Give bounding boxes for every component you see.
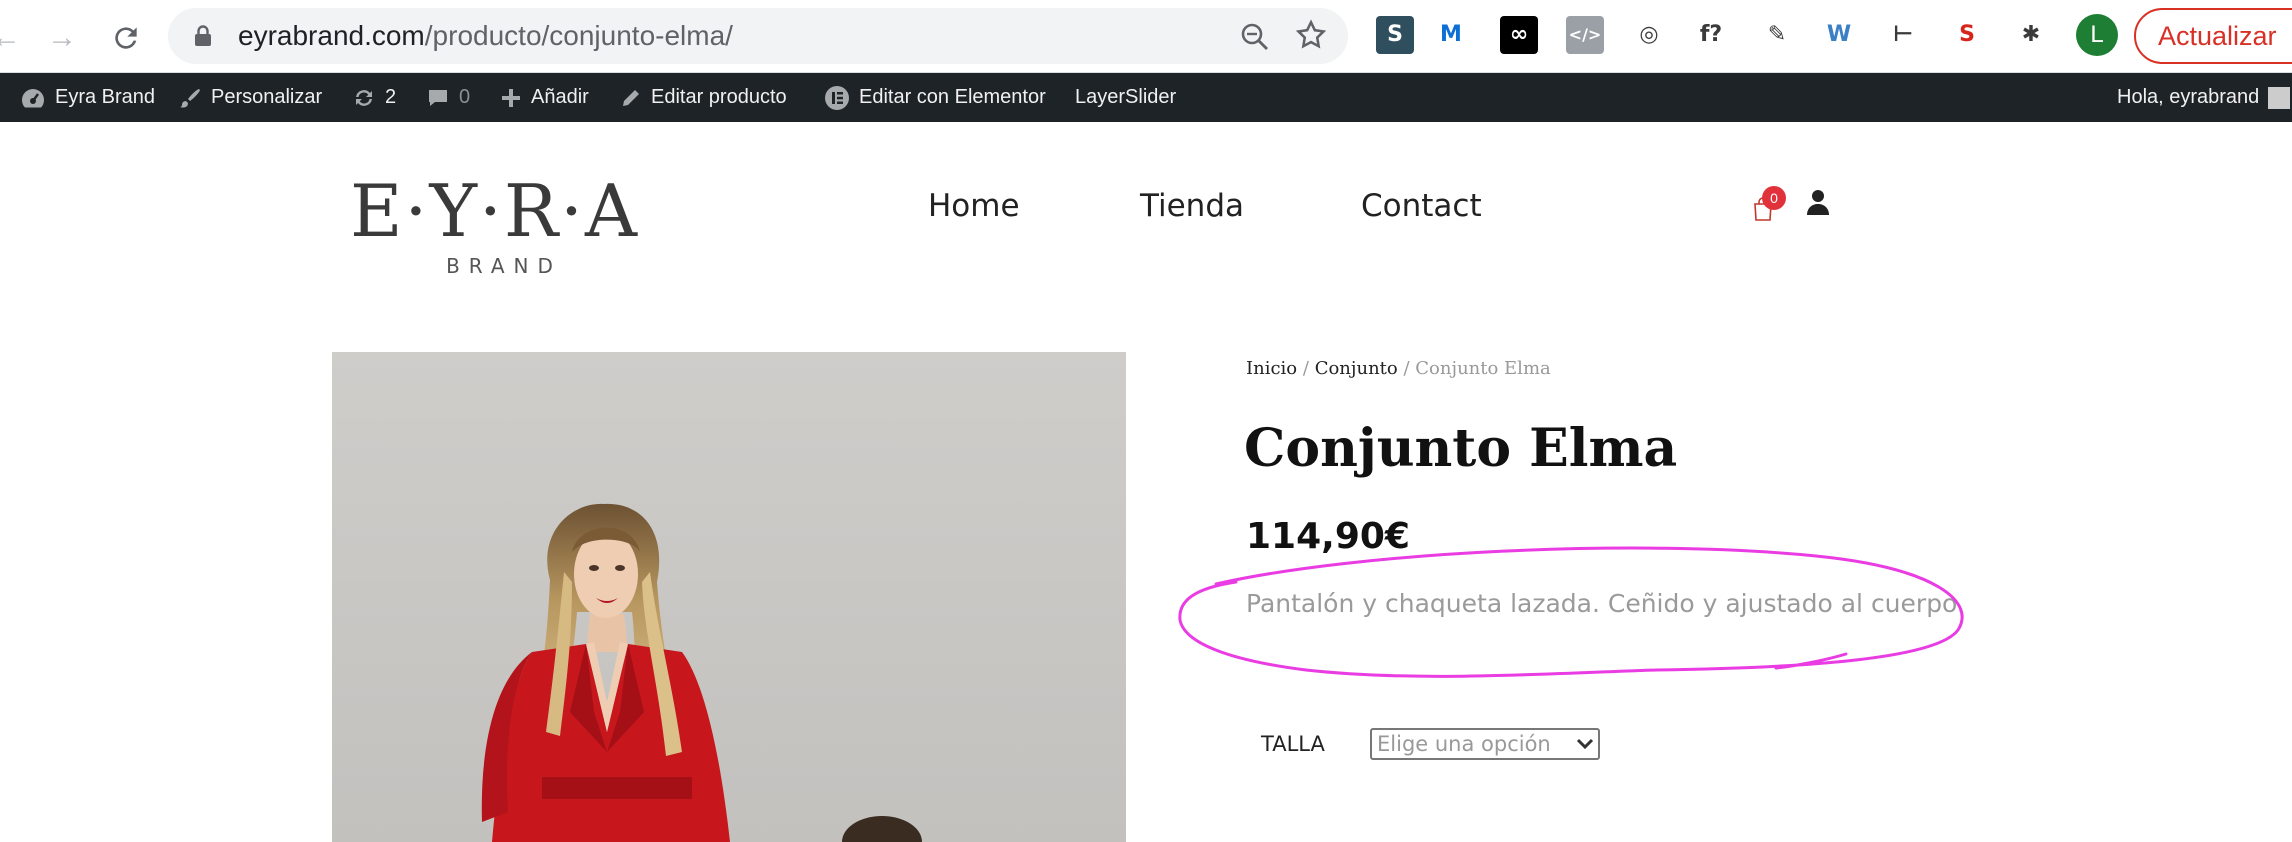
- breadcrumb: Inicio / Conjunto / Conjunto Elma: [1246, 358, 1551, 379]
- admin-edit-elementor-label: Editar con Elementor: [859, 86, 1046, 108]
- paintbrush-icon: [180, 88, 200, 108]
- nav-home[interactable]: Home: [928, 188, 1020, 224]
- site-logo[interactable]: E·Y·R·A BRAND: [350, 172, 640, 282]
- dashboard-gauge-icon: [22, 88, 44, 107]
- puzzle-icon[interactable]: ✱: [2012, 16, 2050, 54]
- url-text[interactable]: eyrabrand.com/producto/conjunto-elma/: [238, 8, 733, 64]
- target-icon[interactable]: ◎: [1630, 16, 1668, 54]
- admin-edit-product-link[interactable]: Editar producto: [620, 73, 787, 122]
- chevron-down-icon: [1576, 738, 1594, 750]
- admin-add-new-link[interactable]: Añadir: [500, 73, 589, 122]
- admin-customize-link[interactable]: Personalizar: [178, 73, 322, 122]
- product-main-image[interactable]: [332, 352, 1126, 842]
- admin-layerslider-link[interactable]: LayerSlider: [1075, 73, 1176, 122]
- breadcrumb-separator: /: [1403, 358, 1410, 379]
- seo-quake-icon[interactable]: S: [1948, 16, 1986, 54]
- logo-wordmark: E·Y·R·A: [350, 169, 639, 253]
- admin-add-new-label: Añadir: [531, 86, 589, 108]
- elementor-icon: [825, 85, 849, 110]
- admin-edit-product-label: Editar producto: [651, 86, 787, 108]
- update-browser-button[interactable]: Actualizar: [2134, 8, 2292, 64]
- model-red-suit-photo: [332, 352, 1126, 842]
- logo-subtitle: BRAND: [446, 254, 562, 278]
- profile-avatar[interactable]: L: [2076, 14, 2118, 56]
- infinity-icon[interactable]: ∞: [1500, 16, 1538, 54]
- updates-refresh-icon: [356, 89, 372, 106]
- plus-icon: [502, 88, 520, 107]
- lock-icon[interactable]: [194, 25, 212, 47]
- seo-s-icon[interactable]: S: [1376, 16, 1414, 54]
- comment-bubble-icon: [429, 89, 447, 106]
- code-icon[interactable]: </>: [1566, 16, 1604, 54]
- product-title: Conjunto Elma: [1244, 418, 1678, 479]
- admin-account-menu[interactable]: Hola, eyrabrand: [2117, 73, 2291, 122]
- admin-layerslider-label: LayerSlider: [1075, 86, 1177, 108]
- cart-count-badge: 0: [1762, 186, 1786, 210]
- admin-edit-elementor-link[interactable]: Editar con Elementor: [824, 73, 1046, 122]
- size-select-value: Elige una opción: [1377, 732, 1551, 756]
- pencil-icon: [623, 89, 639, 106]
- wp-admin-bar: Eyra Brand Personalizar 2 0 Añadir Edita…: [0, 73, 2292, 122]
- breadcrumb-current: Conjunto Elma: [1415, 358, 1551, 379]
- breadcrumb-separator: /: [1302, 358, 1309, 379]
- eyedropper-icon[interactable]: ✎: [1758, 16, 1796, 54]
- browser-toolbar: ← → eyrabrand.com/producto/conjunto-elma…: [0, 0, 2292, 73]
- bookmark-star-icon[interactable]: [1294, 18, 1328, 52]
- zoom-out-icon[interactable]: [1240, 22, 1270, 52]
- nav-tienda[interactable]: Tienda: [1140, 188, 1244, 224]
- wordpress-icon[interactable]: W: [1820, 16, 1858, 54]
- admin-greeting: Hola, eyrabrand: [2117, 86, 2260, 108]
- movistar-icon[interactable]: M: [1432, 16, 1470, 54]
- size-select[interactable]: Elige una opción: [1370, 728, 1600, 760]
- forward-arrow-icon[interactable]: →: [42, 18, 82, 58]
- breadcrumb-home[interactable]: Inicio: [1246, 358, 1297, 379]
- size-attribute-label: TALLA: [1261, 732, 1325, 756]
- user-account-icon[interactable]: [1806, 188, 1830, 216]
- admin-avatar: [2268, 86, 2291, 109]
- ruler-icon[interactable]: ⊢: [1884, 16, 1922, 54]
- admin-site-name: Eyra Brand: [55, 86, 156, 108]
- annotation-circle: [1178, 546, 1964, 678]
- admin-updates-link[interactable]: 2: [352, 73, 396, 122]
- url-path: /producto/conjunto-elma/: [424, 20, 733, 51]
- address-bar[interactable]: eyrabrand.com/producto/conjunto-elma/: [168, 8, 1348, 64]
- admin-updates-count: 2: [385, 86, 397, 108]
- admin-comments-count: 0: [459, 86, 471, 108]
- admin-customize-label: Personalizar: [211, 86, 323, 108]
- reload-icon[interactable]: [106, 18, 146, 58]
- breadcrumb-category[interactable]: Conjunto: [1315, 358, 1398, 379]
- admin-site-link[interactable]: Eyra Brand: [20, 73, 155, 122]
- admin-comments-link[interactable]: 0: [426, 73, 470, 122]
- nav-contact[interactable]: Contact: [1361, 188, 1482, 224]
- url-domain: eyrabrand.com: [238, 20, 425, 51]
- font-question-icon[interactable]: f?: [1692, 16, 1730, 54]
- back-arrow-icon[interactable]: ←: [0, 18, 26, 58]
